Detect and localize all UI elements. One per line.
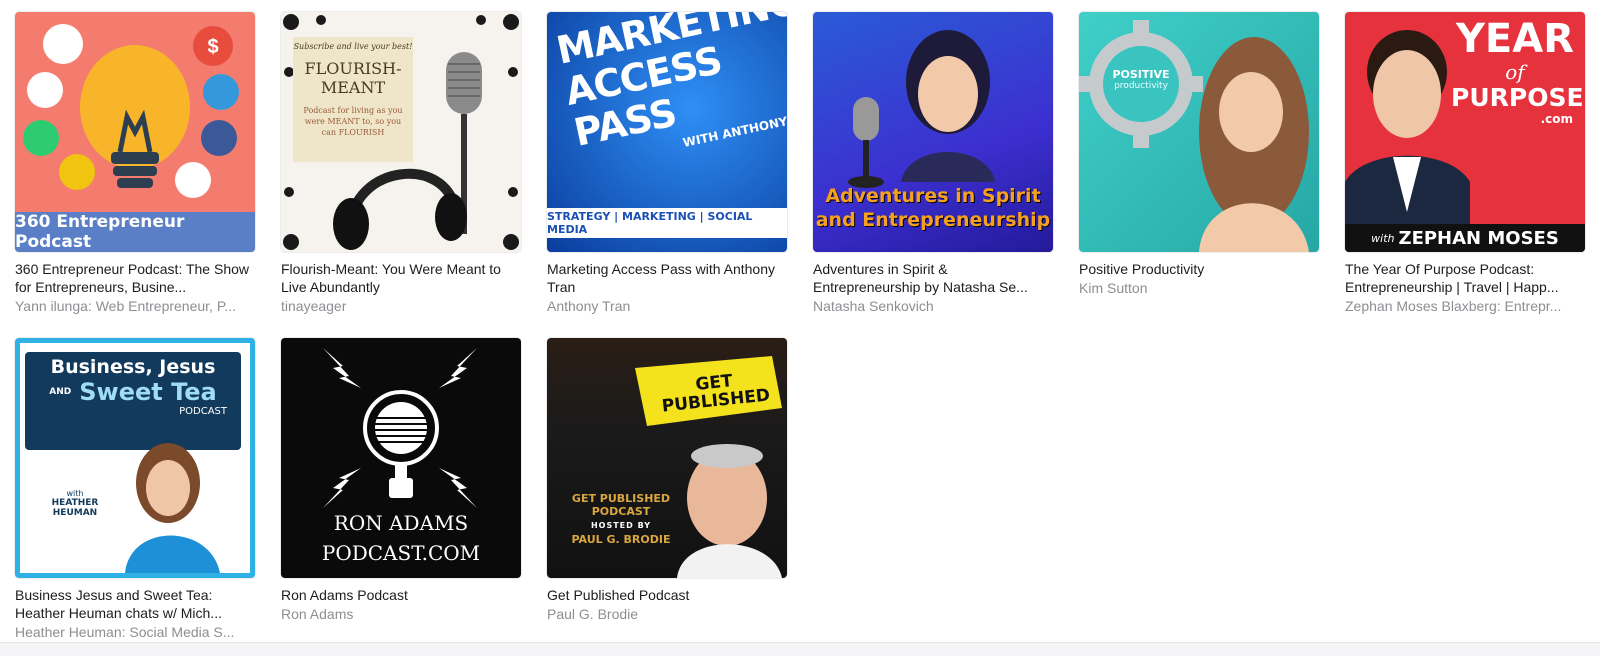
artwork-host-name: ZEPHAN MOSES (1398, 227, 1559, 249)
podcast-artwork[interactable]: YEAR of PURPOSE .com with ZEPHAN MOSES (1345, 12, 1585, 252)
podcast-author[interactable]: Natasha Senkovich (813, 297, 1053, 315)
podcast-artwork[interactable]: GET PUBLISHED GET PUBLISHED PODCAST HOST… (547, 338, 787, 578)
podcast-title[interactable]: Business Jesus and Sweet Tea: Heather He… (15, 586, 255, 622)
podcast-author[interactable]: Ron Adams (281, 605, 521, 623)
podcast-tile[interactable]: Subscribe and live your best! FLOURISH-M… (281, 12, 521, 330)
artwork-of: of (1505, 60, 1525, 84)
podcast-author[interactable]: tinayeager (281, 297, 521, 315)
bottom-edge (0, 642, 1600, 656)
podcast-artwork[interactable]: RON ADAMS PODCAST.COM (281, 338, 521, 578)
artwork-title-line2: HOSTED BY (590, 521, 652, 530)
artwork-com: .com (1540, 112, 1573, 126)
svg-text:$: $ (207, 36, 218, 58)
podcast-title[interactable]: 360 Entrepreneur Podcast: The Show for E… (15, 260, 255, 296)
podcast-tile[interactable]: GET PUBLISHED GET PUBLISHED PODCAST HOST… (547, 338, 787, 656)
artwork-with: with (1371, 231, 1395, 245)
artwork-host-name: HEATHER HEUMAN (51, 498, 99, 518)
podcast-author[interactable]: Heather Heuman: Social Media S... (15, 623, 255, 641)
artwork-title-line2: productivity (1114, 81, 1168, 91)
podcast-title[interactable]: Get Published Podcast (547, 586, 787, 604)
podcast-tile[interactable]: Adventures in Spirit and Entrepreneurshi… (813, 12, 1053, 330)
artwork-title-line1: GET PUBLISHED PODCAST (571, 492, 671, 518)
artwork-title: 360 Entrepreneur Podcast (15, 212, 255, 252)
artwork-title-line1: RON ADAMS (333, 511, 469, 535)
podcast-author[interactable]: Kim Sutton (1079, 279, 1319, 297)
artwork-title-line2: and Entrepreneurship (815, 209, 1051, 231)
artwork-title-line2: PODCAST.COM (321, 541, 481, 565)
podcast-grid: $ 360 Entrepreneur Podcast 360 Entrepren… (15, 12, 1585, 656)
podcast-author[interactable]: Zephan Moses Blaxberg: Entrepr... (1345, 297, 1585, 315)
podcast-tile[interactable]: MARKETING ACCESS PASS WITH ANTHONY TRAN … (547, 12, 787, 330)
podcast-title[interactable]: The Year Of Purpose Podcast: Entrepreneu… (1345, 260, 1585, 296)
artwork-subtitle: Podcast for living as you were MEANT to,… (303, 106, 403, 137)
artwork-with: with (66, 489, 84, 498)
podcast-tile[interactable]: YEAR of PURPOSE .com with ZEPHAN MOSES T… (1345, 12, 1585, 330)
podcast-artwork[interactable]: Adventures in Spirit and Entrepreneurshi… (813, 12, 1053, 252)
artwork-tagline: Subscribe and live your best! (293, 42, 413, 51)
podcast-author[interactable]: Paul G. Brodie (547, 605, 787, 623)
podcast-title[interactable]: Ron Adams Podcast (281, 586, 521, 604)
artwork-title-line1: POSITIVE (1112, 68, 1170, 81)
podcast-artwork[interactable]: MARKETING ACCESS PASS WITH ANTHONY TRAN … (547, 12, 787, 252)
artwork-purpose: PURPOSE (1451, 83, 1584, 112)
artwork-band: STRATEGY | MARKETING | SOCIAL MEDIA (547, 208, 787, 238)
podcast-tile[interactable]: Business, Jesus AND Sweet Tea PODCAST wi… (15, 338, 255, 656)
podcast-artwork[interactable]: $ 360 Entrepreneur Podcast (15, 12, 255, 252)
podcast-author[interactable]: Anthony Tran (547, 297, 787, 315)
podcast-tile[interactable]: RON ADAMS PODCAST.COM Ron Adams Podcast … (281, 338, 521, 656)
artwork-title: FLOURISH-MEANT (304, 59, 402, 97)
artwork-title-line1: Adventures in Spirit (825, 185, 1041, 207)
podcast-author[interactable]: Yann ilunga: Web Entrepreneur, P... (15, 297, 255, 315)
podcast-title[interactable]: Flourish-Meant: You Were Meant to Live A… (281, 260, 521, 296)
podcast-title[interactable]: Marketing Access Pass with Anthony Tran (547, 260, 787, 296)
podcast-artwork[interactable]: Subscribe and live your best! FLOURISH-M… (281, 12, 521, 252)
podcast-artwork[interactable]: Business, Jesus AND Sweet Tea PODCAST wi… (15, 338, 255, 578)
podcast-title[interactable]: Adventures in Spirit & Entrepreneurship … (813, 260, 1053, 296)
podcast-tile[interactable]: POSITIVE productivity Positive Productiv… (1079, 12, 1319, 330)
podcast-artwork[interactable]: POSITIVE productivity (1079, 12, 1319, 252)
artwork-title-line3: PAUL G. BRODIE (571, 533, 671, 546)
podcast-title[interactable]: Positive Productivity (1079, 260, 1319, 278)
artwork-year: YEAR (1455, 16, 1575, 62)
podcast-tile[interactable]: $ 360 Entrepreneur Podcast 360 Entrepren… (15, 12, 255, 330)
